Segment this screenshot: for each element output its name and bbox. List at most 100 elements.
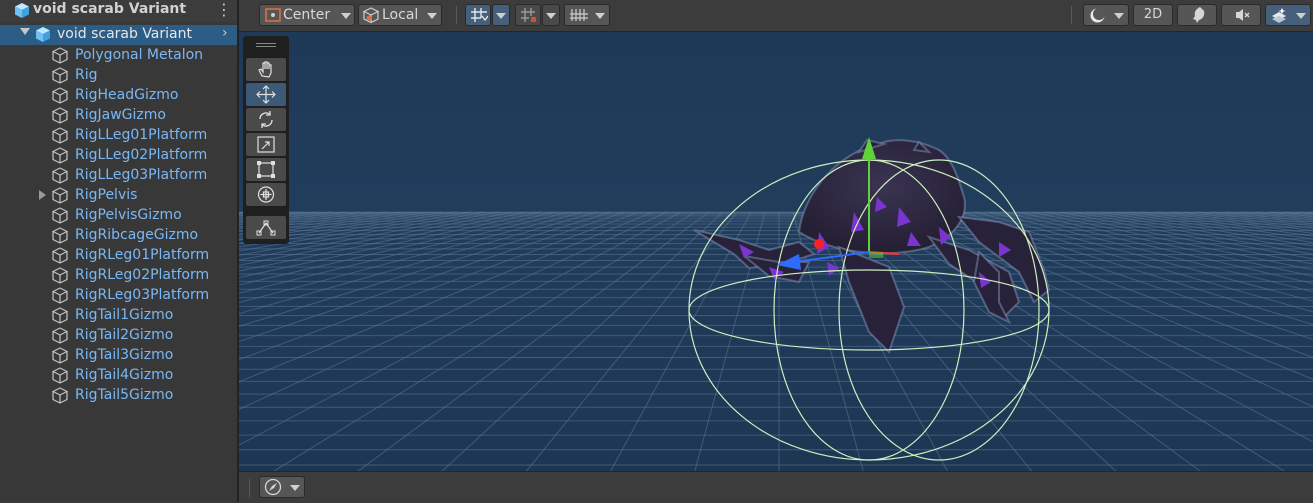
gameobject-cube-icon	[52, 167, 68, 184]
chevron-down-icon	[496, 13, 506, 19]
gameobject-cube-icon	[52, 47, 68, 64]
hierarchy-item[interactable]: Polygonal Metalon	[0, 46, 237, 66]
chevron-right-icon[interactable]: ›	[222, 25, 228, 41]
scene-tools-overlay	[243, 36, 289, 244]
hierarchy-item-label: RigRLeg02Platform	[75, 267, 210, 283]
hierarchy-item-label: RigLLeg03Platform	[75, 167, 208, 183]
chevron-down-icon	[341, 13, 351, 19]
kebab-menu-icon[interactable]: ⋮	[216, 2, 232, 20]
lighting-toggle[interactable]	[1177, 4, 1217, 26]
rect-tool-button[interactable]	[246, 158, 286, 181]
hierarchy-item[interactable]: RigJawGizmo	[0, 106, 237, 126]
hierarchy-item[interactable]: RigTail3Gizmo	[0, 346, 237, 366]
hierarchy-item[interactable]: RigLLeg01Platform	[0, 126, 237, 146]
shading-mode-icon	[1090, 8, 1105, 23]
fold-expanded-icon[interactable]	[20, 28, 30, 35]
rect-transform-icon	[257, 161, 275, 178]
chevron-down-icon	[1296, 13, 1306, 19]
chevron-down-icon	[595, 13, 605, 19]
gameobject-cube-icon	[52, 187, 68, 204]
toggle-2d-label: 2D	[1143, 7, 1163, 22]
gameobject-cube-icon	[52, 147, 68, 164]
drag-handle[interactable]	[256, 43, 276, 44]
hierarchy-item[interactable]: RigPelvis	[0, 186, 237, 206]
fold-collapsed-icon[interactable]	[39, 190, 46, 200]
toolbar-separator	[249, 479, 250, 497]
gameobject-cube-icon	[52, 327, 68, 344]
transform-tool-button[interactable]	[246, 183, 286, 206]
toggle-2d-button[interactable]: 2D	[1133, 4, 1173, 26]
prefab-cube-icon	[15, 3, 29, 18]
gameobject-cube-icon	[52, 347, 68, 364]
pivot-rotation-label: Local	[382, 7, 419, 23]
view-tool-button[interactable]	[246, 58, 286, 81]
incremental-snap-toggle[interactable]	[515, 4, 541, 26]
layers-icon	[1272, 8, 1286, 23]
audio-toggle[interactable]	[1221, 4, 1261, 26]
chevron-down-icon	[427, 13, 437, 19]
hierarchy-item[interactable]: RigRLeg01Platform	[0, 246, 237, 266]
hierarchy-item-label: RigJawGizmo	[75, 107, 166, 123]
hierarchy-item-label: RigRLeg03Platform	[75, 287, 210, 303]
grid-snap-icon	[471, 8, 488, 22]
scene-viewport[interactable]	[239, 32, 1313, 471]
hierarchy-item-label: RigHeadGizmo	[75, 87, 179, 103]
toolbar-separator	[456, 6, 457, 24]
compass-icon	[264, 478, 282, 496]
hierarchy-item[interactable]: RigTail4Gizmo	[0, 366, 237, 386]
hierarchy-item[interactable]: RigRLeg03Platform	[0, 286, 237, 306]
hierarchy-item[interactable]: RigTail1Gizmo	[0, 306, 237, 326]
gameobject-cube-icon	[52, 267, 68, 284]
local-space-icon	[363, 7, 380, 23]
scale-icon	[257, 136, 275, 153]
camera-overlay-dropdown[interactable]	[259, 476, 305, 498]
gameobject-cube-icon	[52, 307, 68, 324]
prefab-cube-icon	[36, 27, 50, 42]
chevron-down-icon	[290, 485, 300, 491]
scale-tool-button[interactable]	[246, 133, 286, 156]
hierarchy-item[interactable]: RigTail2Gizmo	[0, 326, 237, 346]
hierarchy-header: void scarab Variant ⋮	[0, 0, 237, 22]
rotate-tool-button[interactable]	[246, 108, 286, 131]
hierarchy-item-label: RigRibcageGizmo	[75, 227, 199, 243]
hierarchy-item-label: RigLLeg01Platform	[75, 127, 208, 143]
scene-render	[239, 32, 1313, 471]
hierarchy-item[interactable]: RigRibcageGizmo	[0, 226, 237, 246]
incremental-snap-dropdown[interactable]	[542, 4, 560, 26]
gameobject-cube-icon	[52, 287, 68, 304]
grid-snapping-toggle[interactable]	[465, 4, 491, 26]
grid-visibility-dropdown[interactable]	[564, 4, 610, 26]
hierarchy-item[interactable]: RigLLeg03Platform	[0, 166, 237, 186]
hierarchy-item-label: RigTail2Gizmo	[75, 327, 174, 343]
hierarchy-item-label: RigLLeg02Platform	[75, 147, 208, 163]
hierarchy-item[interactable]: Rig	[0, 66, 237, 86]
gameobject-cube-icon	[52, 367, 68, 384]
rotate-icon	[259, 111, 273, 128]
pivot-center-icon	[265, 8, 281, 22]
chevron-down-icon	[1114, 13, 1124, 19]
scene-toolbar: Center Local 2D	[239, 0, 1313, 32]
gameobject-cube-icon	[52, 107, 68, 124]
hierarchy-item-label: RigRLeg01Platform	[75, 247, 210, 263]
effects-dropdown[interactable]	[1265, 4, 1311, 26]
hierarchy-item[interactable]: RigPelvisGizmo	[0, 206, 237, 226]
grid-snapping-dropdown[interactable]	[492, 4, 510, 26]
move-tool-button[interactable]	[246, 83, 286, 106]
custom-tool-button[interactable]	[246, 216, 286, 239]
hierarchy-item[interactable]: RigHeadGizmo	[0, 86, 237, 106]
hierarchy-item[interactable]: RigRLeg02Platform	[0, 266, 237, 286]
prefab-title: void scarab Variant	[33, 1, 187, 17]
hierarchy-item[interactable]: RigTail5Gizmo	[0, 386, 237, 406]
custom-editor-tool-icon	[256, 220, 276, 236]
hierarchy-item-label: RigTail3Gizmo	[75, 347, 174, 363]
toolbar-separator	[1071, 6, 1072, 24]
gameobject-cube-icon	[52, 387, 68, 404]
pivot-mode-dropdown[interactable]: Center	[259, 4, 355, 26]
pivot-rotation-dropdown[interactable]: Local	[358, 4, 442, 26]
hierarchy-root-row[interactable]: void scarab Variant ›	[0, 25, 237, 45]
transform-icon	[257, 186, 275, 203]
chevron-down-icon	[546, 13, 556, 19]
draw-mode-dropdown[interactable]	[1083, 4, 1129, 26]
hierarchy-item-label: RigPelvis	[75, 187, 138, 203]
hierarchy-item[interactable]: RigLLeg02Platform	[0, 146, 237, 166]
